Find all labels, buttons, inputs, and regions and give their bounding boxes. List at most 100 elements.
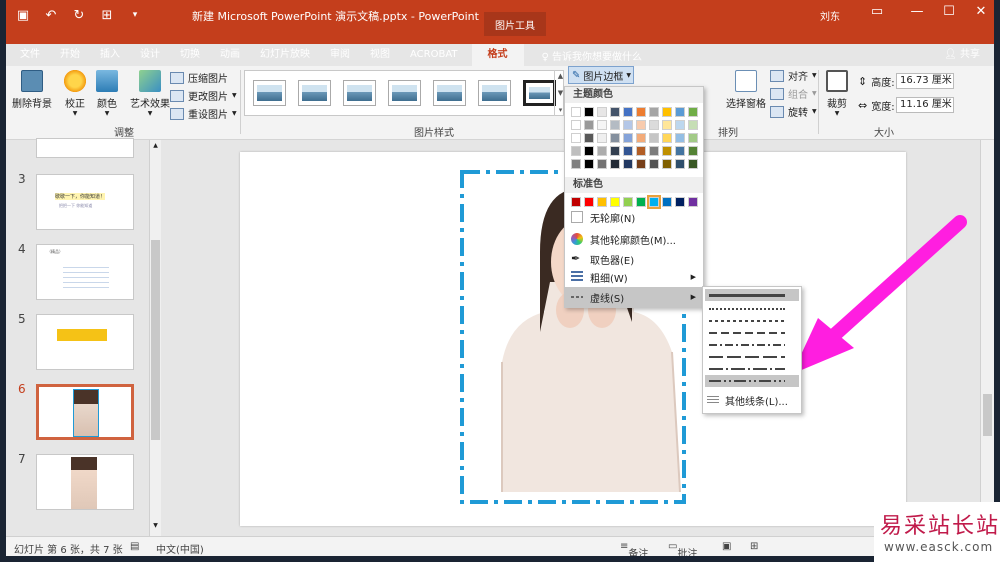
color-swatch[interactable]: [584, 159, 594, 169]
color-swatch[interactable]: [623, 197, 633, 207]
corrections-button[interactable]: 校正 ▼: [64, 70, 86, 117]
tab-insert[interactable]: 插入: [90, 44, 130, 66]
chevron-up-icon[interactable]: ▲: [151, 142, 160, 152]
undo-icon[interactable]: ↶: [42, 8, 60, 23]
color-swatch[interactable]: [597, 133, 607, 143]
color-swatch[interactable]: [662, 159, 672, 169]
color-swatch[interactable]: [584, 133, 594, 143]
redo-icon[interactable]: ↻: [70, 8, 88, 23]
color-swatch[interactable]: [636, 133, 646, 143]
color-swatch[interactable]: [610, 133, 620, 143]
tab-slideshow[interactable]: 幻灯片放映: [250, 44, 320, 66]
dash-option-dash[interactable]: [705, 327, 799, 339]
color-swatch[interactable]: [675, 197, 685, 207]
color-swatch[interactable]: [636, 159, 646, 169]
color-swatch[interactable]: [623, 133, 633, 143]
picture-style-thumb[interactable]: [433, 80, 466, 106]
color-swatch[interactable]: [662, 133, 672, 143]
slide-thumbnail[interactable]: 歇歇一下，你能知道！ 把把一下 你能知道: [36, 174, 134, 230]
selection-pane-button[interactable]: 选择窗格: [726, 70, 766, 110]
tab-format[interactable]: 格式: [471, 44, 524, 66]
color-swatch[interactable]: [584, 107, 594, 117]
reset-picture-button[interactable]: 重设图片 ▼: [170, 106, 237, 121]
color-button[interactable]: 颜色 ▼: [96, 70, 118, 117]
language[interactable]: 中文(中国): [156, 541, 204, 556]
color-swatch[interactable]: [649, 133, 659, 143]
save-icon[interactable]: ▣: [14, 8, 32, 23]
color-swatch[interactable]: [636, 197, 646, 207]
tab-file[interactable]: 文件: [6, 44, 50, 66]
tab-home[interactable]: 开始: [50, 44, 90, 66]
chevron-down-icon[interactable]: ▼: [151, 522, 160, 532]
ribbon-display-options-icon[interactable]: ▭: [862, 4, 892, 19]
picture-style-thumb[interactable]: [388, 80, 421, 106]
tab-view[interactable]: 视图: [360, 44, 400, 66]
proofing-icon[interactable]: ▤: [130, 541, 139, 552]
dash-option-round-dot[interactable]: [705, 303, 799, 315]
no-outline-item[interactable]: 无轮廓(N): [565, 207, 703, 227]
notes-button[interactable]: ≡ 备注: [620, 541, 648, 556]
color-swatch[interactable]: [647, 195, 661, 209]
slide-thumbnail[interactable]: [36, 454, 134, 510]
slide-thumbnail[interactable]: （精品）: [36, 244, 134, 300]
color-swatch[interactable]: [675, 133, 685, 143]
color-swatch[interactable]: [571, 133, 581, 143]
color-swatch[interactable]: [662, 120, 672, 130]
tab-animations[interactable]: 动画: [210, 44, 250, 66]
color-swatch[interactable]: [571, 120, 581, 130]
color-swatch[interactable]: [597, 159, 607, 169]
scrollbar-thumb[interactable]: [151, 240, 160, 440]
picture-border-button[interactable]: ✎ 图片边框 ▼: [568, 66, 634, 84]
color-swatch[interactable]: [571, 146, 581, 156]
more-outline-colors-item[interactable]: 其他轮廓颜色(M)...: [565, 229, 703, 249]
color-swatch[interactable]: [688, 120, 698, 130]
chevron-up-icon[interactable]: ▲: [558, 72, 563, 80]
start-from-beginning-icon[interactable]: ⊞: [98, 8, 116, 23]
color-swatch[interactable]: [597, 120, 607, 130]
color-swatch[interactable]: [649, 159, 659, 169]
color-swatch[interactable]: [649, 107, 659, 117]
slide-thumbnail[interactable]: [36, 138, 134, 158]
color-swatch[interactable]: [636, 107, 646, 117]
color-swatch[interactable]: [688, 159, 698, 169]
close-icon[interactable]: ✕: [966, 4, 994, 19]
artistic-effects-button[interactable]: 艺术效果 ▼: [130, 70, 170, 117]
color-swatch[interactable]: [675, 146, 685, 156]
dash-option-dash-dot[interactable]: [705, 339, 799, 351]
change-picture-button[interactable]: 更改图片 ▼: [170, 88, 237, 103]
color-swatch[interactable]: [623, 120, 633, 130]
color-swatch[interactable]: [662, 146, 672, 156]
minimize-icon[interactable]: —: [902, 4, 932, 19]
color-swatch[interactable]: [636, 146, 646, 156]
picture-style-thumb[interactable]: [343, 80, 376, 106]
width-field[interactable]: 11.16 厘米: [896, 97, 954, 113]
dash-option-long-dash-dot[interactable]: [705, 363, 799, 375]
color-swatch[interactable]: [623, 159, 633, 169]
color-swatch[interactable]: [610, 107, 620, 117]
color-swatch[interactable]: [584, 197, 594, 207]
eyedropper-item[interactable]: ✒ 取色器(E): [565, 249, 703, 269]
picture-style-thumb[interactable]: [478, 80, 511, 106]
color-swatch[interactable]: [597, 146, 607, 156]
color-swatch[interactable]: [584, 146, 594, 156]
color-swatch[interactable]: [597, 197, 607, 207]
color-swatch[interactable]: [675, 159, 685, 169]
color-swatch[interactable]: [623, 146, 633, 156]
maximize-icon[interactable]: ☐: [934, 4, 964, 19]
dashes-item[interactable]: 虚线(S) ▶: [565, 287, 703, 307]
dash-option-solid[interactable]: [705, 289, 799, 301]
chevron-down-icon[interactable]: ▼: [558, 89, 563, 97]
remove-background-button[interactable]: 删除背景: [12, 70, 52, 110]
normal-view-icon[interactable]: ▣: [722, 541, 731, 552]
more-icon[interactable]: ▾: [559, 106, 563, 114]
group-button[interactable]: 组合 ▼: [770, 86, 817, 101]
weight-item[interactable]: 粗细(W) ▶: [565, 267, 703, 287]
thumbnails-scrollbar[interactable]: ▲ ▼: [149, 140, 161, 536]
user-name[interactable]: 刘东: [820, 8, 840, 23]
rotate-button[interactable]: 旋转 ▼: [770, 104, 817, 119]
comments-button[interactable]: ▭ 批注: [668, 541, 697, 556]
more-lines-item[interactable]: 其他线条(L)...: [703, 391, 801, 409]
dash-option-square-dot[interactable]: [705, 315, 799, 327]
color-swatch[interactable]: [610, 146, 620, 156]
picture-style-thumb[interactable]: [298, 80, 331, 106]
